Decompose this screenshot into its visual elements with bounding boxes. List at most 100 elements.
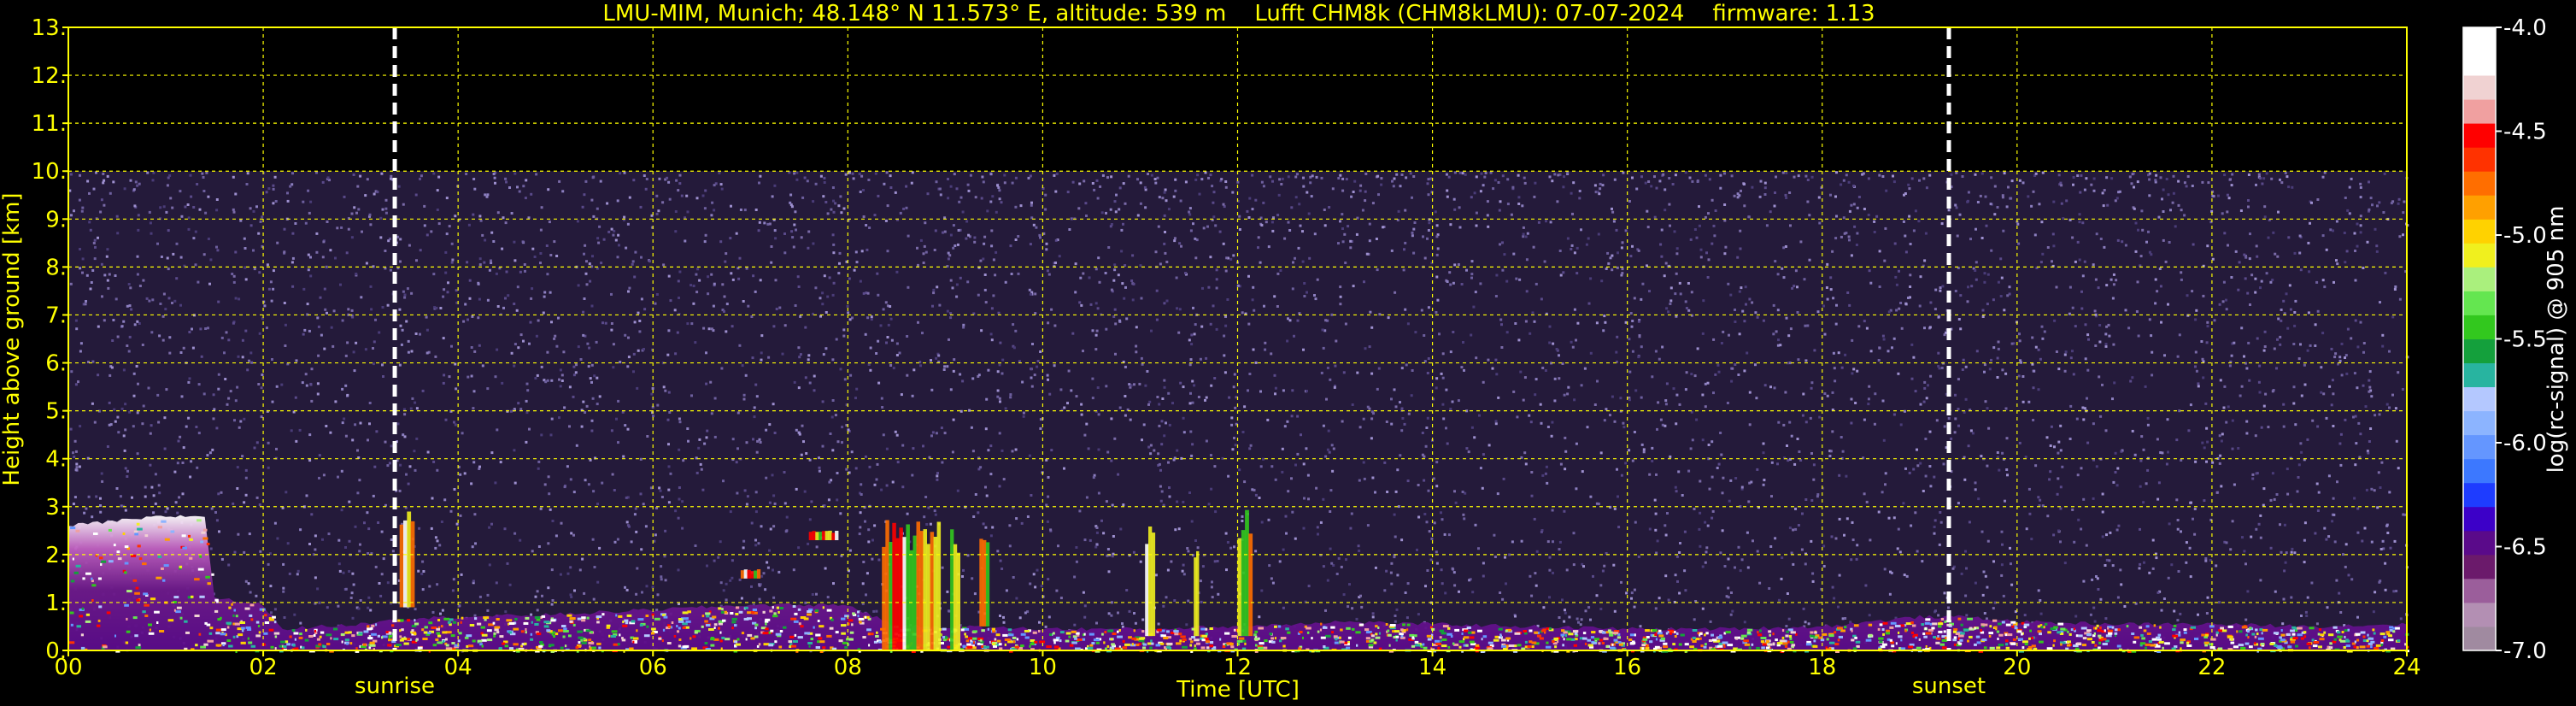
cloud-strip (902, 537, 907, 650)
cloud-strip (906, 524, 910, 650)
cloud-strip (889, 542, 893, 650)
cloud-strip (923, 529, 927, 650)
y-tick-label: 12. (32, 63, 67, 89)
x-tick-label: 14 (1418, 655, 1446, 680)
cloud-strip (930, 532, 935, 650)
colorbar-swatch (2463, 362, 2496, 387)
plot-area: sunrise sunset (67, 26, 2409, 699)
x-tick-label: 04 (444, 655, 472, 680)
cloud-strip (1148, 527, 1153, 637)
colorbar-label: log(rc-signal) @ 905 nm (2544, 206, 2569, 474)
cloud-strip (882, 546, 886, 650)
y-tick-label: 1. (45, 591, 67, 616)
x-tick-label: 20 (2003, 655, 2031, 680)
sunset-label: sunset (1912, 674, 1986, 699)
colorbar-swatch (2463, 602, 2496, 627)
cloud-strip (1248, 533, 1253, 637)
x-tick-label: 08 (834, 655, 862, 680)
x-tick-label: 10 (1029, 655, 1057, 680)
cloud-strip (743, 569, 748, 579)
cloud-strip (812, 531, 816, 540)
cloud-strip (399, 524, 404, 608)
x-tick-label: 02 (249, 655, 278, 680)
cloud-strip (1196, 550, 1200, 637)
colorbar-swatch (2463, 147, 2496, 172)
cloud-strip (819, 532, 823, 540)
x-tick-label: 16 (1613, 655, 1641, 680)
y-axis-label: Height above ground [km] (0, 192, 25, 485)
colorbar-swatch (2463, 243, 2496, 268)
colorbar-tick-label: -7.0 (2503, 638, 2547, 664)
colorbar-swatch (2463, 554, 2496, 580)
colorbar-swatch (2463, 123, 2496, 148)
colorbar-swatch (2463, 291, 2496, 315)
cloud-strip (1151, 532, 1156, 637)
cloud-strip (740, 570, 745, 579)
cloud-feature (740, 569, 761, 579)
colorbar-swatch (2463, 506, 2496, 532)
cloud-strip (815, 532, 819, 540)
cloud-strip (831, 532, 836, 540)
cloud-strip (835, 531, 839, 540)
cloud-strip (1245, 509, 1249, 637)
chart-title: LMU-MIM, Munich; 48.148° N 11.573° E, al… (602, 1, 1875, 26)
cloud-strip (953, 544, 958, 650)
cloud-strip (983, 539, 987, 627)
colorbar-swatch (2463, 51, 2496, 76)
colorbar-tick-label: -4.5 (2503, 120, 2547, 145)
sunrise-label: sunrise (355, 674, 435, 699)
colorbar-swatch (2463, 482, 2496, 508)
cloud-strip (754, 570, 758, 579)
colorbar-swatch (2463, 386, 2496, 412)
cloud-strip (821, 531, 826, 540)
ceilometer-chart: LMU-MIM, Munich; 48.148° N 11.573° E, al… (0, 0, 2576, 706)
colorbar-swatch (2463, 578, 2496, 603)
cloud-strip (1145, 544, 1149, 637)
y-tick-label: 13. (32, 15, 67, 41)
x-tick-label: 18 (1808, 655, 1836, 680)
cloud-strip (756, 569, 761, 579)
x-tick-label: 24 (2392, 655, 2421, 680)
cloud-strip (407, 511, 412, 608)
colorbar-swatch (2463, 530, 2496, 556)
cloud-strip (919, 531, 924, 650)
colorbar-swatch (2463, 195, 2496, 220)
y-tick-label: 5. (45, 399, 67, 425)
cloud-strip (926, 544, 931, 650)
cloud-strip (824, 531, 829, 540)
y-tick-label: 7. (45, 303, 67, 328)
y-tick-label: 0. (45, 638, 67, 664)
cloud-strip (979, 538, 983, 627)
colorbar-swatch (2463, 267, 2496, 291)
colorbar-tick-label: -6.5 (2503, 535, 2547, 561)
cloud-strip (909, 550, 913, 650)
colorbar-swatch (2463, 219, 2496, 244)
cloud-feature (1194, 550, 1200, 637)
cloud-feature (979, 538, 990, 627)
colorbar-swatch (2463, 458, 2496, 484)
x-tick-label: 22 (2198, 655, 2226, 680)
y-tick-label: 2. (45, 543, 67, 568)
cloud-strip (750, 571, 754, 579)
cloud-strip (956, 552, 960, 650)
colorbar-tick-label: -5.0 (2503, 223, 2547, 249)
cloud-strip (899, 527, 903, 650)
colorbar-swatch (2463, 410, 2496, 436)
colorbar-tick-label: -4.0 (2503, 15, 2547, 41)
cloud-strip (403, 520, 408, 608)
colorbar-tick-label: -6.0 (2503, 431, 2547, 456)
colorbar-swatch (2463, 627, 2496, 651)
colorbar-swatches (2463, 27, 2496, 651)
y-tick-label: 9. (45, 207, 67, 232)
cloud-strip (950, 529, 954, 650)
y-tick-label: 10. (32, 159, 67, 185)
cloud-strip (936, 521, 942, 650)
colorbar-swatch (2463, 315, 2496, 339)
cloud-strip (410, 521, 415, 608)
cloud-feature (399, 511, 415, 608)
colorbar-swatch (2463, 75, 2496, 100)
cloud-strip (1241, 530, 1246, 637)
colorbar-swatch (2463, 171, 2496, 196)
colorbar-swatch (2463, 338, 2496, 363)
cloud-strip (1237, 538, 1242, 637)
